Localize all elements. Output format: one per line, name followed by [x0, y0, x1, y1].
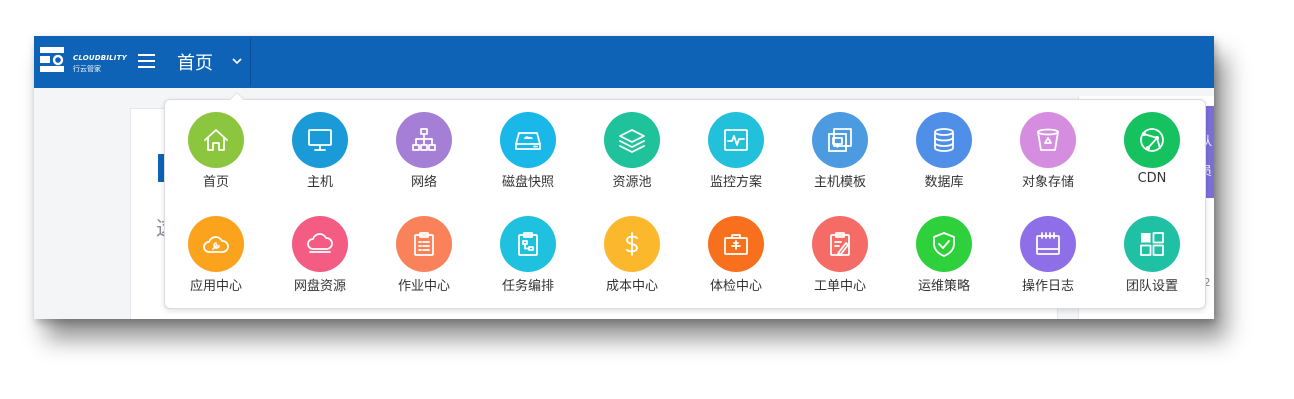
- menu-item-label: 监控方案: [709, 175, 762, 190]
- home-icon: [188, 112, 244, 168]
- clipboard-icon: [396, 216, 452, 272]
- menu-item[interactable]: 数据库: [900, 112, 990, 198]
- menu-item[interactable]: 首页: [172, 112, 262, 198]
- monitor-icon: [292, 112, 348, 168]
- menu-item-label: 应用中心: [189, 279, 242, 294]
- menu-item-label: 工单中心: [813, 279, 866, 294]
- menu-item-label: 数据库: [924, 175, 964, 190]
- menu-item[interactable]: 监控方案: [692, 112, 782, 198]
- calendar-icon: [1020, 216, 1076, 272]
- menu-item-label: 主机: [306, 175, 333, 190]
- logo-brand-sub: 行云管家: [73, 65, 101, 73]
- menu-item[interactable]: 对象存储: [1004, 112, 1094, 198]
- template-icon: [812, 112, 868, 168]
- menu-item-label: 对象存储: [1021, 175, 1074, 190]
- network-icon: [396, 112, 452, 168]
- menu-item[interactable]: 作业中心: [380, 216, 470, 302]
- disk-icon: [500, 112, 556, 168]
- globe-icon: [1124, 112, 1180, 168]
- cloud-icon: [292, 216, 348, 272]
- menu-item-label: 体检中心: [709, 279, 762, 294]
- cloudbility-logo[interactable]: CLOUDBILITY 行云管家: [39, 45, 133, 77]
- menu-item[interactable]: 成本中心: [588, 216, 678, 302]
- chevron-down-icon[interactable]: [232, 57, 242, 65]
- menu-item[interactable]: 运维策略: [900, 216, 990, 302]
- menu-item[interactable]: 操作日志: [1004, 216, 1094, 302]
- top-navigation-bar: CLOUDBILITY 行云管家 首页: [34, 36, 1214, 88]
- logo-brand-text: CLOUDBILITY: [73, 54, 127, 62]
- menu-item-label: 磁盘快照: [501, 175, 554, 190]
- menu-item-label: 任务编排: [501, 279, 554, 294]
- medkit-icon: [708, 216, 764, 272]
- menu-item-label: 网盘资源: [293, 279, 346, 294]
- menu-item[interactable]: 体检中心: [692, 216, 782, 302]
- menu-item[interactable]: 主机模板: [796, 112, 886, 198]
- menu-item-label: 作业中心: [397, 279, 450, 294]
- menu-item[interactable]: 网盘资源: [276, 216, 366, 302]
- menu-item-label: 主机模板: [813, 175, 866, 190]
- menu-item[interactable]: 主机: [276, 112, 366, 198]
- menu-item-label: 团队设置: [1125, 279, 1178, 294]
- grid-icon: [1124, 216, 1180, 272]
- logo-mark-icon: [40, 47, 64, 72]
- menu-item[interactable]: 网络: [380, 112, 470, 198]
- menu-item-label: 首页: [202, 175, 229, 190]
- ticket-icon: [812, 216, 868, 272]
- menu-toggle-icon[interactable]: [138, 54, 155, 68]
- cloud-wrench-icon: [188, 216, 244, 272]
- menu-item[interactable]: 资源池: [588, 112, 678, 198]
- menu-item[interactable]: 应用中心: [172, 216, 262, 302]
- menu-item-label: CDN: [1137, 171, 1167, 186]
- menu-item[interactable]: 工单中心: [796, 216, 886, 302]
- dollar-icon: [604, 216, 660, 272]
- menu-item-label: 网络: [410, 175, 437, 190]
- menu-item[interactable]: CDN: [1108, 112, 1198, 198]
- menu-item[interactable]: 团队设置: [1108, 216, 1198, 302]
- menu-item-label: 操作日志: [1021, 279, 1074, 294]
- workflow-icon: [500, 216, 556, 272]
- menu-item[interactable]: 磁盘快照: [484, 112, 574, 198]
- shield-check-icon: [916, 216, 972, 272]
- pulse-icon: [708, 112, 764, 168]
- database-icon: [916, 112, 972, 168]
- menu-item-label: 成本中心: [605, 279, 658, 294]
- menu-item-label: 资源池: [612, 175, 652, 190]
- menu-item-label: 运维策略: [917, 279, 970, 294]
- current-module-title[interactable]: 首页: [177, 49, 213, 75]
- menu-pointer-inner: [230, 93, 244, 100]
- bucket-icon: [1020, 112, 1076, 168]
- menu-item[interactable]: 任务编排: [484, 216, 574, 302]
- layers-icon: [604, 112, 660, 168]
- topbar-divider: [250, 38, 251, 86]
